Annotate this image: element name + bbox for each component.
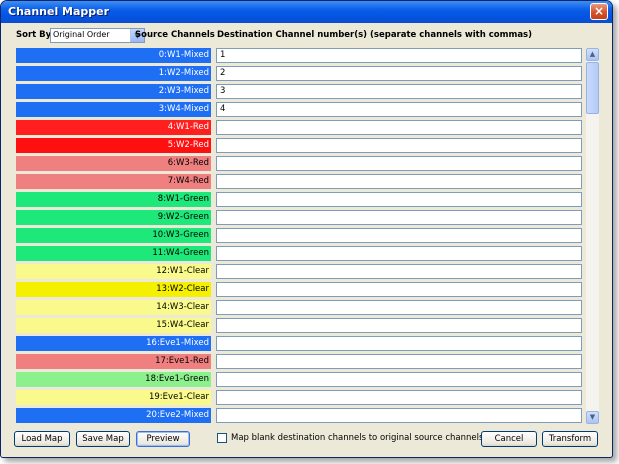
channel-row: 10:W3-Green xyxy=(16,228,583,243)
vertical-scrollbar[interactable]: ▲ ▼ xyxy=(586,48,599,424)
destination-channel-input[interactable] xyxy=(216,228,582,243)
source-channel-label: 3:W4-Mixed xyxy=(16,102,211,117)
source-channel-label: 16:Eve1-Mixed xyxy=(16,336,211,351)
channel-row: 15:W4-Clear xyxy=(16,318,583,333)
channel-row: 16:Eve1-Mixed xyxy=(16,336,583,351)
destination-channel-input[interactable]: 4 xyxy=(216,102,582,117)
source-channel-label: 10:W3-Green xyxy=(16,228,211,243)
transform-button[interactable]: Transform xyxy=(542,431,598,447)
channel-row: 6:W3-Red xyxy=(16,156,583,171)
channel-row: 8:W1-Green xyxy=(16,192,583,207)
channel-row: 3:W4-Mixed 4 xyxy=(16,102,583,117)
channel-row: 4:W1-Red xyxy=(16,120,583,135)
channel-row: 12:W1-Clear xyxy=(16,264,583,279)
header-row: Sort By: Original Order ▼ Source Channel… xyxy=(16,28,606,44)
channel-row: 9:W2-Green xyxy=(16,210,583,225)
channel-row: 0:W1-Mixed 1 xyxy=(16,48,583,63)
destination-channel-input[interactable] xyxy=(216,390,582,405)
source-channel-label: 5:W2-Red xyxy=(16,138,211,153)
channel-row: 17:Eve1-Red xyxy=(16,354,583,369)
destination-channel-input[interactable] xyxy=(216,210,582,225)
source-channel-label: 4:W1-Red xyxy=(16,120,211,135)
title-bar[interactable]: Channel Mapper × xyxy=(1,1,612,23)
sort-by-dropdown[interactable]: Original Order ▼ xyxy=(50,28,145,43)
source-channel-label: 11:W4-Green xyxy=(16,246,211,261)
source-channel-label: 18:Eve1-Green xyxy=(16,372,211,387)
channel-row: 7:W4-Red xyxy=(16,174,583,189)
destination-channel-input[interactable] xyxy=(216,408,582,423)
destination-channel-input[interactable] xyxy=(216,156,582,171)
destination-channels-header: Destination Channel number(s) (separate … xyxy=(217,30,533,40)
destination-channel-input[interactable]: 1 xyxy=(216,48,582,63)
destination-channel-input[interactable] xyxy=(216,336,582,351)
channel-row: 18:Eve1-Green xyxy=(16,372,583,387)
source-channel-label: 17:Eve1-Red xyxy=(16,354,211,369)
destination-channel-input[interactable] xyxy=(216,372,582,387)
destination-channel-input[interactable] xyxy=(216,138,582,153)
destination-channel-input[interactable]: 3 xyxy=(216,84,582,99)
destination-channel-input[interactable]: 2 xyxy=(216,66,582,81)
destination-channel-input[interactable] xyxy=(216,300,582,315)
source-channels-header: Source Channels xyxy=(135,30,215,40)
channel-row: 19:Eve1-Clear xyxy=(16,390,583,405)
preview-button[interactable]: Preview xyxy=(136,431,190,447)
source-channel-label: 15:W4-Clear xyxy=(16,318,211,333)
source-channel-label: 7:W4-Red xyxy=(16,174,211,189)
channel-list: 0:W1-Mixed 1 1:W2-Mixed 2 2:W3-Mixed 3 3:W4-Mi… xyxy=(16,48,583,424)
sort-by-label: Sort By: xyxy=(16,30,55,40)
source-channel-label: 13:W2-Clear xyxy=(16,282,211,297)
load-map-button[interactable]: Load Map xyxy=(14,431,70,447)
source-channel-label: 14:W3-Clear xyxy=(16,300,211,315)
source-channel-label: 19:Eve1-Clear xyxy=(16,390,211,405)
scrollbar-thumb[interactable] xyxy=(586,62,599,114)
destination-channel-input[interactable] xyxy=(216,318,582,333)
source-channel-label: 6:W3-Red xyxy=(16,156,211,171)
channel-row: 13:W2-Clear xyxy=(16,282,583,297)
source-channel-label: 2:W3-Mixed xyxy=(16,84,211,99)
source-channel-label: 20:Eve2-Mixed xyxy=(16,408,211,423)
map-blank-label[interactable]: Map blank destination channels to origin… xyxy=(231,433,486,443)
window-title: Channel Mapper xyxy=(8,5,110,18)
source-channel-label: 8:W1-Green xyxy=(16,192,211,207)
channel-row: 11:W4-Green xyxy=(16,246,583,261)
close-button[interactable]: × xyxy=(590,3,608,20)
channel-row: 5:W2-Red xyxy=(16,138,583,153)
scroll-down-button[interactable]: ▼ xyxy=(586,411,599,424)
source-channel-label: 1:W2-Mixed xyxy=(16,66,211,81)
destination-channel-input[interactable] xyxy=(216,192,582,207)
map-blank-checkbox[interactable] xyxy=(217,433,227,443)
source-channel-label: 9:W2-Green xyxy=(16,210,211,225)
channel-row: 14:W3-Clear xyxy=(16,300,583,315)
destination-channel-input[interactable] xyxy=(216,282,582,297)
cancel-button[interactable]: Cancel xyxy=(481,431,537,447)
channel-mapper-window: Channel Mapper × Sort By: Original Order… xyxy=(0,0,613,458)
destination-channel-input[interactable] xyxy=(216,264,582,279)
source-channel-label: 0:W1-Mixed xyxy=(16,48,211,63)
source-channel-label: 12:W1-Clear xyxy=(16,264,211,279)
channel-row: 20:Eve2-Mixed xyxy=(16,408,583,423)
destination-channel-input[interactable] xyxy=(216,354,582,369)
scroll-up-button[interactable]: ▲ xyxy=(586,48,599,61)
channel-row: 2:W3-Mixed 3 xyxy=(16,84,583,99)
channel-row: 1:W2-Mixed 2 xyxy=(16,66,583,81)
destination-channel-input[interactable] xyxy=(216,120,582,135)
sort-by-value: Original Order xyxy=(53,30,110,39)
save-map-button[interactable]: Save Map xyxy=(76,431,130,447)
destination-channel-input[interactable] xyxy=(216,246,582,261)
destination-channel-input[interactable] xyxy=(216,174,582,189)
